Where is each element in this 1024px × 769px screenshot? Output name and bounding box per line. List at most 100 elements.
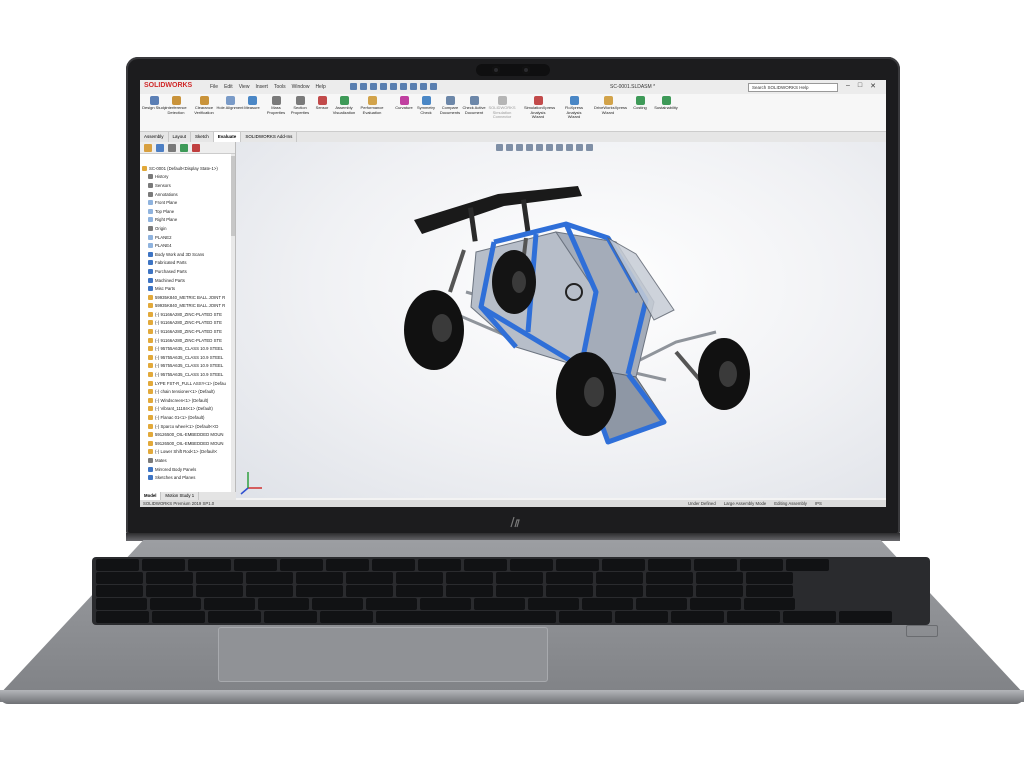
key[interactable] bbox=[646, 585, 693, 597]
key[interactable] bbox=[783, 611, 836, 623]
open-file-icon[interactable] bbox=[370, 83, 377, 90]
zoom-to-fit-icon[interactable] bbox=[496, 144, 503, 151]
key[interactable] bbox=[446, 572, 493, 584]
tree-item[interactable]: Right Plane bbox=[142, 216, 232, 225]
tool-simulationxpress-analysis-wizard-button[interactable]: SimulationXpress Analysis Wizard bbox=[524, 96, 555, 120]
tree-item[interactable]: (-) Windscreen<1> (Default) bbox=[142, 396, 232, 405]
previous-view-icon[interactable] bbox=[516, 144, 523, 151]
tree-item[interactable]: Sensors bbox=[142, 181, 232, 190]
menu-item-window[interactable]: Window bbox=[292, 84, 310, 90]
key[interactable] bbox=[464, 559, 507, 571]
key[interactable] bbox=[696, 572, 743, 584]
close-button[interactable]: ✕ bbox=[870, 82, 876, 90]
key[interactable] bbox=[396, 585, 443, 597]
section-view-icon[interactable] bbox=[526, 144, 533, 151]
tab-assembly[interactable]: Assembly bbox=[140, 132, 169, 142]
tree-item[interactable]: Misc Parts bbox=[142, 284, 232, 293]
key[interactable] bbox=[596, 572, 643, 584]
tree-item[interactable]: 59935K840_METRIC BALL JOINT R bbox=[142, 302, 232, 311]
new-file-icon[interactable] bbox=[360, 83, 367, 90]
key[interactable] bbox=[740, 559, 783, 571]
tree-item[interactable]: PLANE2 bbox=[142, 233, 232, 242]
dimxpert-tab-icon[interactable] bbox=[180, 144, 188, 152]
key[interactable] bbox=[696, 585, 743, 597]
key[interactable] bbox=[839, 611, 892, 623]
scene-icon[interactable] bbox=[576, 144, 583, 151]
key[interactable] bbox=[96, 598, 147, 610]
tree-item[interactable]: Machined Parts bbox=[142, 276, 232, 285]
key[interactable] bbox=[366, 598, 417, 610]
tree-item[interactable]: (-) Vibrant_11184<1> (Default) bbox=[142, 405, 232, 414]
tab-motion-study-1[interactable]: Motion Study 1 bbox=[161, 492, 200, 500]
zoom-area-icon[interactable] bbox=[506, 144, 513, 151]
tree-item[interactable]: 59126500_OIL-EMBEDDED MOUN bbox=[142, 439, 232, 448]
help-search-input[interactable]: Search SOLIDWORKS Help bbox=[748, 83, 838, 92]
key[interactable] bbox=[727, 611, 780, 623]
tree-item[interactable]: LYPE FST-R_FULL ASSY<1> (Defau bbox=[142, 379, 232, 388]
key[interactable] bbox=[142, 559, 185, 571]
key[interactable] bbox=[96, 585, 143, 597]
tree-item[interactable]: Fabricated Parts bbox=[142, 259, 232, 268]
key[interactable] bbox=[646, 572, 693, 584]
key[interactable] bbox=[346, 572, 393, 584]
display-style-icon[interactable] bbox=[546, 144, 553, 151]
key[interactable] bbox=[196, 572, 243, 584]
tree-item[interactable]: Purchased Parts bbox=[142, 267, 232, 276]
configuration-tab-icon[interactable] bbox=[168, 144, 176, 152]
key[interactable] bbox=[510, 559, 553, 571]
tree-item[interactable]: (-) 95755A635_CLASS 10.9 STEEL bbox=[142, 344, 232, 353]
key[interactable] bbox=[746, 585, 793, 597]
tab-model[interactable]: Model bbox=[140, 492, 162, 500]
tree-item[interactable]: Front Plane bbox=[142, 198, 232, 207]
key[interactable] bbox=[376, 611, 556, 623]
key[interactable] bbox=[746, 572, 793, 584]
key[interactable] bbox=[196, 585, 243, 597]
graphics-viewport[interactable] bbox=[236, 142, 886, 498]
tree-item[interactable]: (-) 91166A280_ZINC-PLATED STE bbox=[142, 319, 232, 328]
key[interactable] bbox=[559, 611, 612, 623]
menu-item-insert[interactable]: Insert bbox=[255, 84, 268, 90]
key[interactable] bbox=[636, 598, 687, 610]
key[interactable] bbox=[146, 572, 193, 584]
tool-driveworksxpress-wizard-button[interactable]: DriveWorksXpress Wizard bbox=[594, 96, 627, 115]
key[interactable] bbox=[546, 585, 593, 597]
tool-clearance-verification-button[interactable]: Clearance Verification bbox=[190, 96, 218, 115]
tool-floxpress-analysis-wizard-button[interactable]: FloXpress Analysis Wizard bbox=[560, 96, 588, 120]
key[interactable] bbox=[188, 559, 231, 571]
tree-item[interactable]: (-) 95755A635_CLASS 10.9 STEEL bbox=[142, 353, 232, 362]
menu-item-tools[interactable]: Tools bbox=[274, 84, 286, 90]
key[interactable] bbox=[96, 572, 143, 584]
key[interactable] bbox=[96, 611, 149, 623]
options-gear-icon[interactable] bbox=[430, 83, 437, 90]
key[interactable] bbox=[694, 559, 737, 571]
view-orientation-icon[interactable] bbox=[536, 144, 543, 151]
buggy-3d-model[interactable] bbox=[236, 142, 886, 498]
key[interactable] bbox=[312, 598, 363, 610]
home-icon[interactable] bbox=[350, 83, 357, 90]
tree-item[interactable]: (-) Flanac 01<1> (Default) bbox=[142, 413, 232, 422]
tree-item[interactable]: Body Work and 3D Scans bbox=[142, 250, 232, 259]
minimize-button[interactable]: – bbox=[846, 82, 850, 90]
tree-item[interactable]: (-) 95755A635_CLASS 10.9 STEEL bbox=[142, 362, 232, 371]
menu-item-view[interactable]: View bbox=[239, 84, 250, 90]
view-settings-icon[interactable] bbox=[586, 144, 593, 151]
tab-solidworks-add-ins[interactable]: SOLIDWORKS Add-Ins bbox=[241, 132, 298, 142]
rebuild-icon[interactable] bbox=[420, 83, 427, 90]
tree-item[interactable]: Annotations bbox=[142, 190, 232, 199]
key[interactable] bbox=[671, 611, 724, 623]
property-manager-tab-icon[interactable] bbox=[156, 144, 164, 152]
menu-item-edit[interactable]: Edit bbox=[224, 84, 233, 90]
tree-item[interactable]: 59126500_OIL-EMBEDDED MOUN bbox=[142, 430, 232, 439]
tree-item[interactable]: PLANE4 bbox=[142, 241, 232, 250]
tree-item[interactable]: (-) 91166A280_ZINC-PLATED STE bbox=[142, 310, 232, 319]
key[interactable] bbox=[582, 598, 633, 610]
key[interactable] bbox=[264, 611, 317, 623]
tab-evaluate[interactable]: Evaluate bbox=[213, 132, 242, 142]
key[interactable] bbox=[496, 572, 543, 584]
key[interactable] bbox=[648, 559, 691, 571]
tool-interference-detection-button[interactable]: Interference Detection bbox=[162, 96, 190, 115]
key[interactable] bbox=[258, 598, 309, 610]
tree-item[interactable]: Top Plane bbox=[142, 207, 232, 216]
key[interactable] bbox=[474, 598, 525, 610]
key[interactable] bbox=[556, 559, 599, 571]
